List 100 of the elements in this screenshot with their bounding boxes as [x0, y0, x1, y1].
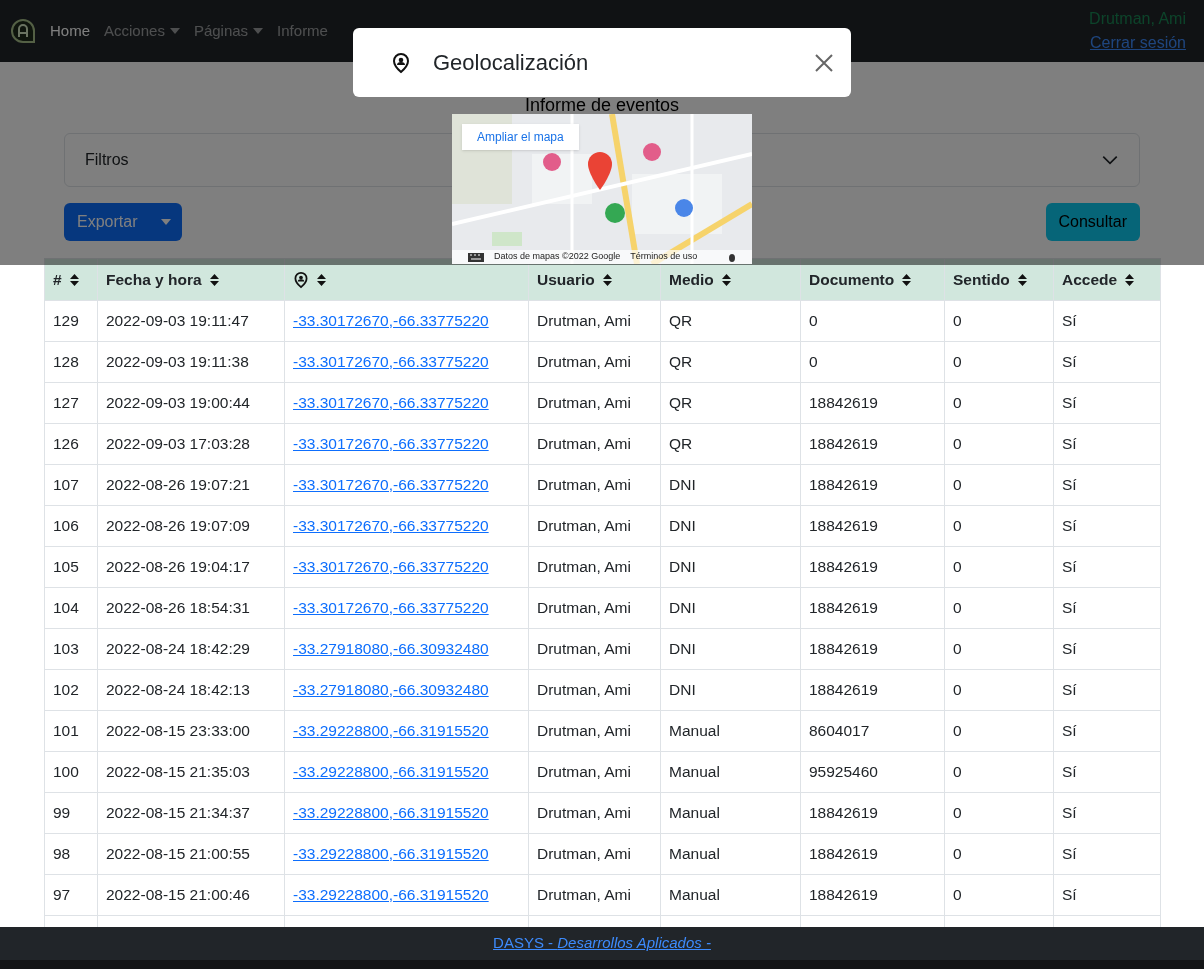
table-cell: Drutman, Ami: [537, 640, 631, 658]
table-cell: QR: [669, 435, 693, 453]
table-cell: 2022-08-15 21:35:03: [106, 763, 250, 781]
table-cell: 2022-08-24 18:42:29: [106, 640, 250, 658]
table-cell: Manual: [669, 804, 720, 822]
sort-icon[interactable]: [902, 272, 912, 287]
table-cell: 2022-08-26 19:07:21: [106, 476, 250, 494]
table-cell: 2022-09-03 19:11:47: [106, 312, 249, 330]
page-title: Informe de eventos: [523, 97, 681, 114]
table-cell: 100: [53, 763, 79, 781]
column-header[interactable]: #: [53, 267, 62, 292]
table-cell: Drutman, Ami: [537, 394, 631, 412]
sort-icon[interactable]: [209, 272, 219, 287]
terms-link[interactable]: Términos de uso: [630, 250, 698, 264]
table-cell: Drutman, Ami: [537, 599, 631, 617]
table-cell: 2022-09-03 17:03:28: [106, 435, 250, 453]
table-cell: 2022-08-26 19:04:17: [106, 558, 250, 576]
table-cell: Manual: [669, 763, 720, 781]
sort-icon[interactable]: [317, 272, 326, 287]
sort-icon[interactable]: [602, 272, 612, 287]
table-cell: 0: [953, 476, 962, 494]
table-cell: Sí: [1062, 886, 1077, 904]
table-cell: 18842619: [809, 476, 878, 494]
close-icon[interactable]: [815, 53, 833, 72]
keyboard-icon[interactable]: [468, 252, 484, 262]
export-button[interactable]: Exportar: [64, 203, 183, 241]
table-cell: Drutman, Ami: [537, 435, 631, 453]
table-cell: 126: [53, 435, 79, 453]
table-cell: DNI: [669, 476, 696, 494]
table-cell: 0: [953, 599, 962, 617]
table-cell: 18842619: [809, 394, 878, 412]
enlarge-map-button[interactable]: Ampliar el mapa: [462, 124, 579, 150]
table-cell: 107: [53, 476, 79, 494]
table-cell: 18842619: [809, 681, 878, 699]
table-cell: 18842619: [809, 558, 878, 576]
nav-item[interactable]: Home: [50, 19, 90, 43]
table-cell: Sí: [1062, 845, 1077, 863]
sort-icon[interactable]: [1017, 272, 1027, 287]
table-cell: 0: [953, 394, 962, 412]
table-cell: 95925460: [809, 763, 878, 781]
table-cell: DNI: [669, 517, 696, 535]
table-cell: 18842619: [809, 599, 878, 617]
table-cell: 0: [953, 886, 962, 904]
table-cell: Drutman, Ami: [537, 353, 631, 371]
table-cell: DNI: [669, 681, 696, 699]
table-cell: QR: [669, 353, 693, 371]
table-cell: 99: [53, 804, 71, 822]
table-cell: 0: [953, 312, 962, 330]
table-cell: 0: [953, 722, 962, 740]
table-cell: 2022-09-03 19:11:38: [106, 353, 249, 371]
table-cell: Sí: [1062, 558, 1077, 576]
column-header[interactable]: Medio: [669, 267, 714, 292]
table-cell: 2022-08-15 21:00:55: [106, 845, 250, 863]
table-cell: 0: [953, 845, 962, 863]
table-cell: 98: [53, 845, 71, 863]
table-cell: 129: [53, 312, 79, 330]
caret-down-icon[interactable]: [160, 218, 173, 226]
sort-icon[interactable]: [69, 272, 79, 287]
table-cell: 103: [53, 640, 79, 658]
logo-icon[interactable]: [10, 18, 36, 44]
footer-link[interactable]: DASYS - Desarrollos Aplicados -: [493, 932, 711, 955]
table-cell: 106: [53, 517, 79, 535]
table-cell: Sí: [1062, 353, 1077, 371]
table-cell: 18842619: [809, 517, 878, 535]
table-cell: Drutman, Ami: [537, 681, 631, 699]
table-cell: Manual: [669, 722, 720, 740]
sort-icon[interactable]: [1125, 272, 1135, 287]
table-cell: Sí: [1062, 804, 1077, 822]
table-cell: Sí: [1062, 476, 1077, 494]
table-cell: 2022-08-24 18:42:13: [106, 681, 250, 699]
table-cell: 0: [953, 763, 962, 781]
table-cell: Sí: [1062, 312, 1077, 330]
table-cell: 0: [953, 353, 962, 371]
table-cell: 0: [953, 517, 962, 535]
consult-button[interactable]: Consultar: [1045, 203, 1140, 241]
table-cell: 102: [53, 681, 79, 699]
table-cell: 128: [53, 353, 79, 371]
table-cell: 2022-08-26 19:07:09: [106, 517, 250, 535]
table-cell: Drutman, Ami: [537, 886, 631, 904]
table-cell: Drutman, Ami: [537, 804, 631, 822]
table-cell: 8604017: [809, 722, 870, 740]
table-cell: 97: [53, 886, 71, 904]
table-cell: Drutman, Ami: [537, 763, 631, 781]
table-cell: Sí: [1062, 722, 1077, 740]
table-cell: DNI: [669, 558, 696, 576]
table-cell: Sí: [1062, 517, 1077, 535]
table-cell: QR: [669, 394, 693, 412]
table-cell: Drutman, Ami: [537, 558, 631, 576]
table-cell: DNI: [669, 640, 696, 658]
table-cell: Sí: [1062, 763, 1077, 781]
table-cell: 2022-08-26 18:54:31: [106, 599, 250, 617]
table-cell: Sí: [1062, 640, 1077, 658]
table-cell: Sí: [1062, 394, 1077, 412]
table-cell: Drutman, Ami: [537, 476, 631, 494]
table-cell: Drutman, Ami: [537, 845, 631, 863]
location-pin-icon[interactable]: [293, 270, 309, 289]
table-cell: 2022-08-15 21:34:37: [106, 804, 250, 822]
table-cell: 0: [953, 804, 962, 822]
table-cell: 18842619: [809, 845, 878, 863]
sort-icon[interactable]: [721, 272, 731, 287]
